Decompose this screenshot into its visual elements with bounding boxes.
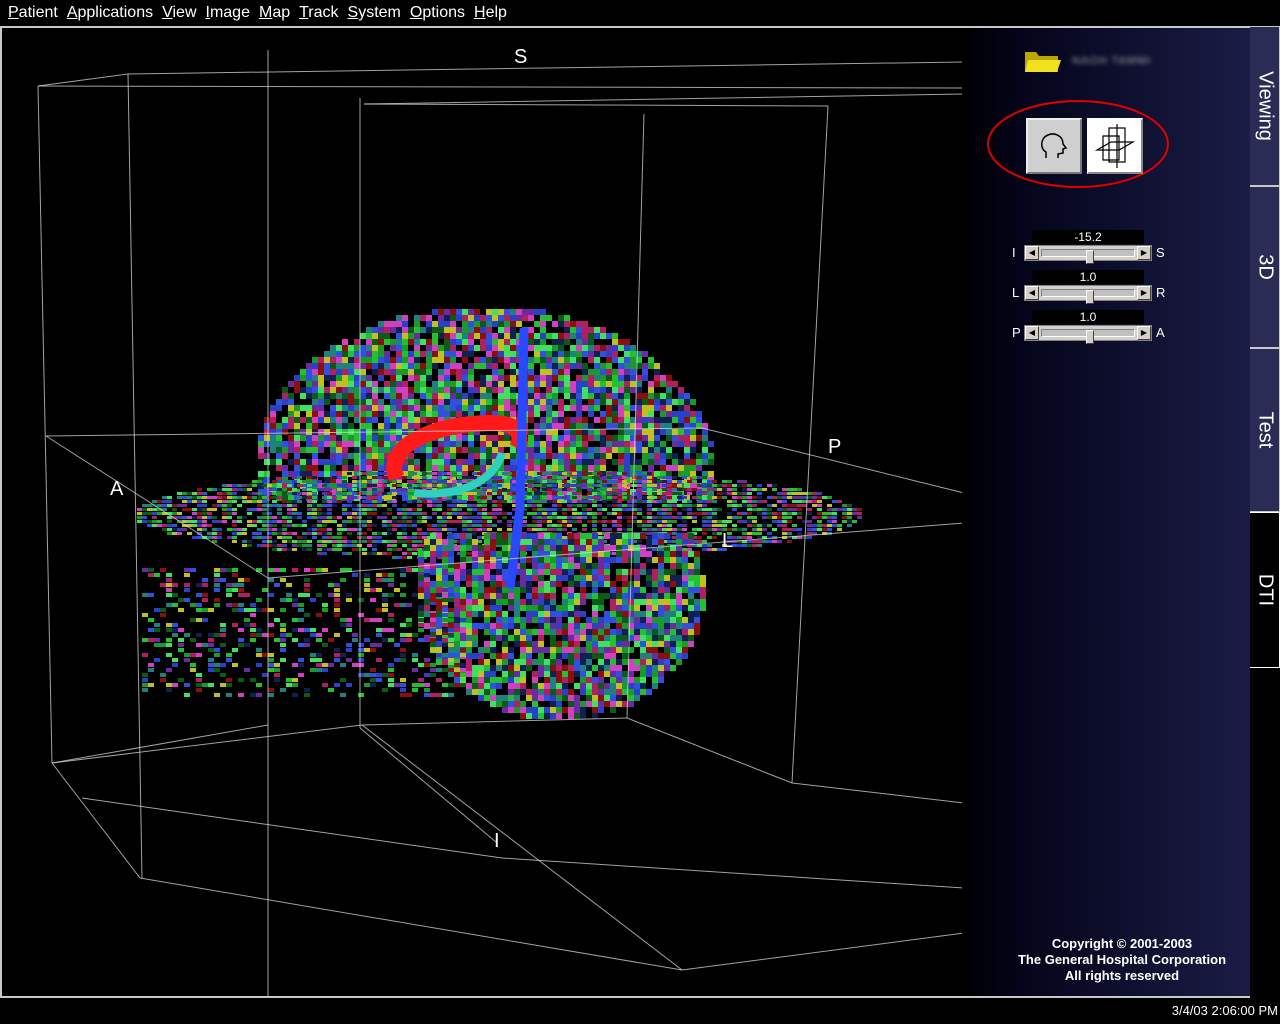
menu-applications[interactable]: Applications (63, 1, 158, 25)
slider-max-label: S (1156, 245, 1165, 260)
slice-slider[interactable]: ◀ ▶ (1024, 325, 1152, 344)
axis-label-superior: S (514, 46, 528, 68)
menu-track[interactable]: Track (295, 1, 343, 25)
folder-icon[interactable] (1024, 48, 1062, 74)
tab-label: 3D (1254, 254, 1276, 280)
menu-patient[interactable]: Patient (4, 1, 63, 25)
head-view-button[interactable] (1026, 118, 1082, 174)
slider-right-arrow[interactable]: ▶ (1137, 286, 1151, 300)
menu-bar: Patient Applications View Image Map Trac… (0, 0, 1280, 26)
slider-row: -15.2 I ◀ ▶ S (1012, 230, 1172, 270)
slider-thumb[interactable] (1086, 290, 1094, 304)
slider-left-arrow[interactable]: ◀ (1025, 246, 1039, 260)
tab-3d[interactable]: 3D (1250, 186, 1280, 348)
menu-help[interactable]: Help (470, 1, 512, 25)
patient-row: NAOH TAMMI (1024, 48, 1151, 74)
slider-value: 1.0 (1032, 270, 1144, 284)
slice-slider[interactable]: ◀ ▶ (1024, 245, 1152, 264)
slider-thumb[interactable] (1086, 250, 1094, 264)
slider-right-arrow[interactable]: ▶ (1137, 326, 1151, 340)
tab-label: DTI (1254, 573, 1276, 607)
tab-dti[interactable]: DTI (1250, 512, 1280, 668)
slider-min-label: I (1012, 245, 1016, 260)
copyright-line-1: Copyright © 2001-2003 (1051, 936, 1193, 951)
slice-planes-button[interactable] (1087, 118, 1143, 174)
axis-label-posterior: P (828, 436, 842, 458)
slider-groove[interactable] (1041, 249, 1135, 264)
slider-groove[interactable] (1041, 289, 1135, 304)
slider-thumb[interactable] (1086, 330, 1094, 344)
slider-value: -15.2 (1032, 230, 1144, 244)
dti-control-panel: NAOH TAMMI -15.2 I ◀ ▶ S 1.0 L ◀ ▶ R 1.0 P ◀ ▶ A Copyr… (962, 28, 1250, 996)
view-mode-buttons (986, 98, 1170, 188)
slider-value: 1.0 (1032, 310, 1144, 324)
slider-left-arrow[interactable]: ◀ (1025, 326, 1039, 340)
slice-slider[interactable]: ◀ ▶ (1024, 285, 1152, 304)
menu-options[interactable]: Options (406, 1, 470, 25)
slider-row: 1.0 L ◀ ▶ R (1012, 270, 1172, 310)
slider-row: 1.0 P ◀ ▶ A (1012, 310, 1172, 350)
slider-min-label: L (1012, 285, 1020, 300)
slider-left-arrow[interactable]: ◀ (1025, 286, 1039, 300)
axis-label-anterior: A (110, 478, 124, 500)
menu-image[interactable]: Image (202, 1, 255, 25)
copyright-line-3: All rights reserved (1064, 968, 1180, 983)
head-icon (1041, 133, 1068, 158)
slider-min-label: P (1012, 325, 1021, 340)
fiber-color-slices (137, 309, 862, 719)
axis-label-inferior: I (494, 830, 500, 852)
tab-label: Viewing (1254, 71, 1276, 141)
slider-max-label: A (1156, 325, 1165, 340)
vertical-tab-strip: Viewing 3D Test DTI (1250, 26, 1280, 998)
copyright-line-2: The General Hospital Corporation (1017, 952, 1227, 967)
axis-label-left: L (722, 530, 734, 552)
status-bar: 3/4/03 2:06:00 PM (0, 998, 1280, 1024)
tab-test[interactable]: Test (1250, 348, 1280, 512)
slider-right-arrow[interactable]: ▶ (1137, 246, 1151, 260)
menu-system[interactable]: System (344, 1, 406, 25)
tab-label: Test (1254, 411, 1276, 449)
planes-icon (1094, 124, 1136, 168)
menu-view[interactable]: View (158, 1, 201, 25)
menu-map[interactable]: Map (255, 1, 295, 25)
copyright-notice: Copyright © 2001-2003 The General Hospit… (992, 936, 1252, 984)
timestamp: 3/4/03 2:06:00 PM (1171, 1003, 1278, 1018)
patient-name: NAOH TAMMI (1072, 55, 1152, 67)
tab-viewing[interactable]: Viewing (1250, 26, 1280, 186)
slider-max-label: R (1156, 285, 1166, 300)
slider-groove[interactable] (1041, 329, 1135, 344)
